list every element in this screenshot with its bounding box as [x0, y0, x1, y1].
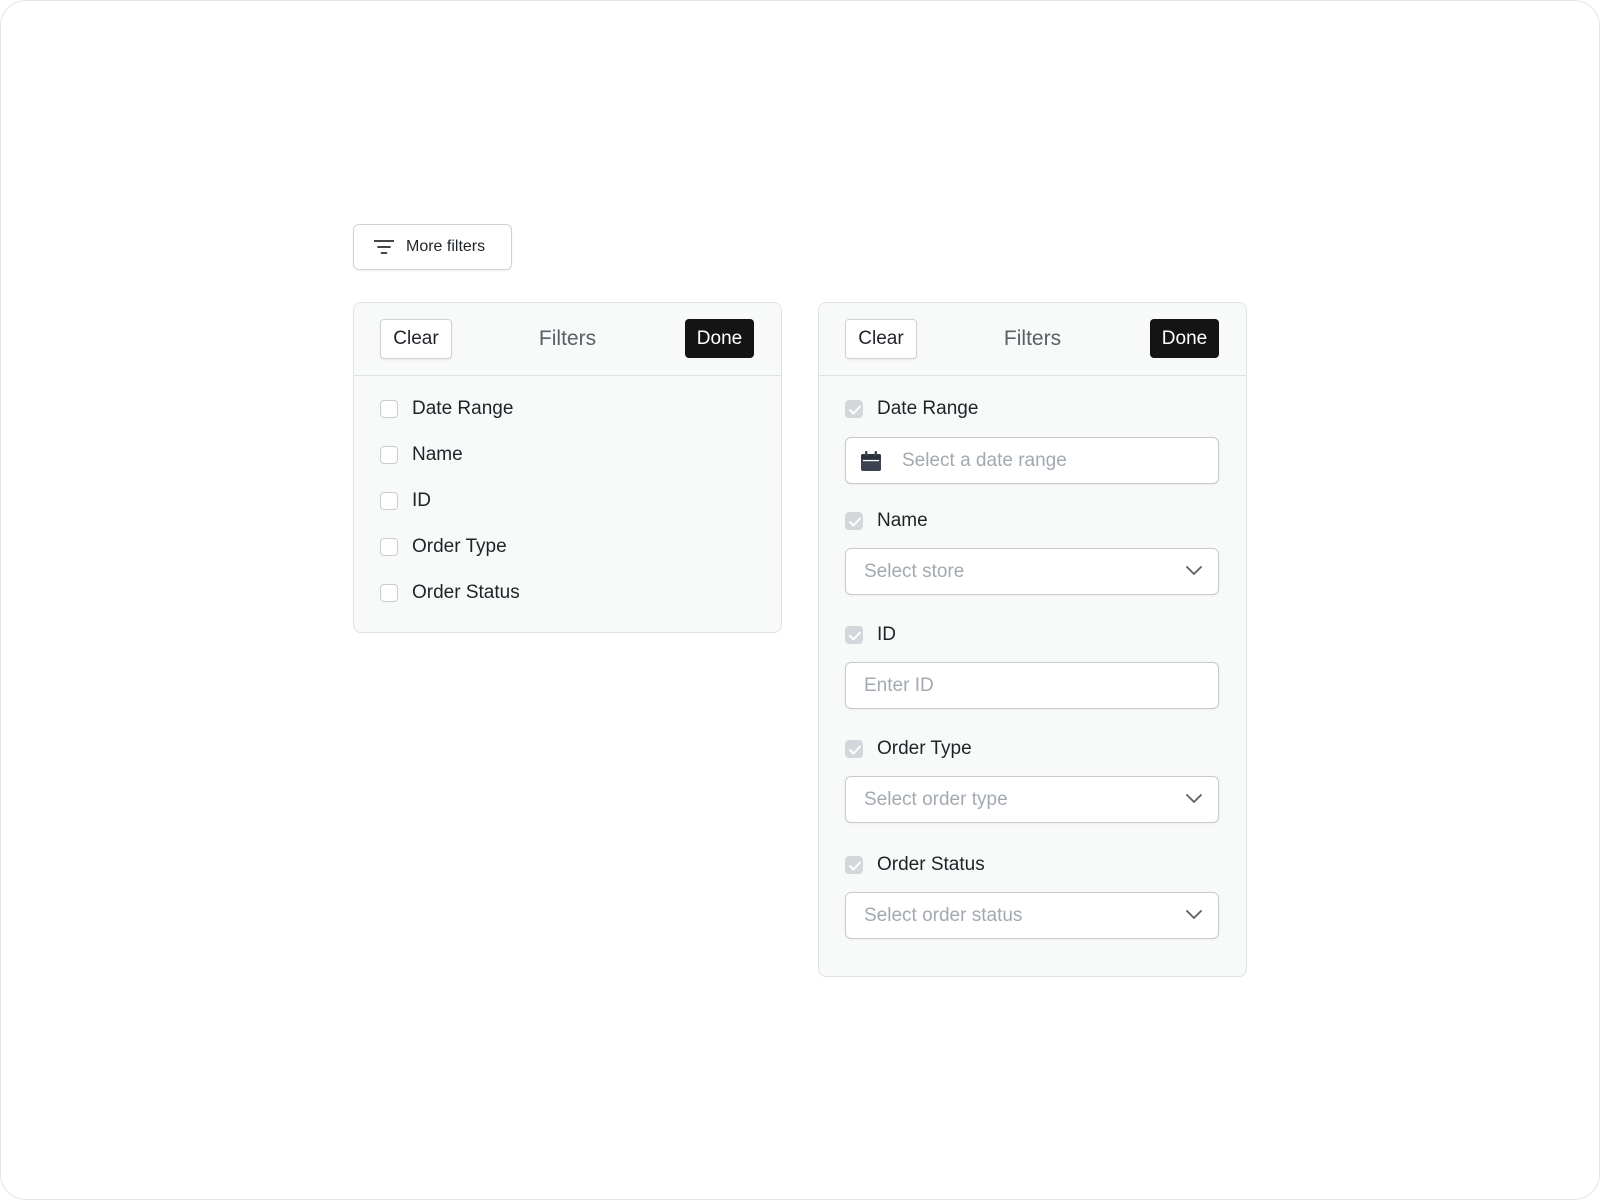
date-range-checkbox[interactable]	[845, 400, 863, 418]
name-checkbox[interactable]	[380, 446, 398, 464]
done-button[interactable]: Done	[1150, 319, 1219, 358]
canvas-frame	[0, 0, 1600, 1200]
check-icon	[849, 517, 861, 527]
name-checkbox[interactable]	[845, 512, 863, 530]
filter-label: ID	[412, 490, 431, 511]
check-icon	[849, 631, 861, 641]
id-input[interactable]: Enter ID	[845, 662, 1219, 709]
filter-label: Order Type	[412, 536, 507, 557]
id-input-placeholder: Enter ID	[864, 674, 934, 696]
filter-label: ID	[877, 624, 896, 645]
filter-row-order-type[interactable]: Order Type	[845, 737, 972, 761]
date-range-checkbox[interactable]	[380, 400, 398, 418]
filter-row-order-status[interactable]: Order Status	[845, 853, 985, 877]
more-filters-label: More filters	[406, 238, 486, 255]
id-checkbox[interactable]	[845, 626, 863, 644]
filters-panel-collapsed: Clear Filters Done Date Range Name ID Or…	[353, 302, 782, 633]
chevron-down-icon	[1186, 794, 1202, 803]
filter-row-id[interactable]: ID	[845, 623, 896, 647]
filter-row-order-type[interactable]: Order Type	[380, 535, 507, 559]
filter-row-name[interactable]: Name	[380, 443, 463, 467]
order-type-placeholder: Select order type	[864, 788, 1008, 810]
chevron-down-icon	[1186, 566, 1202, 575]
filter-label: Order Status	[877, 854, 985, 875]
filter-row-order-status[interactable]: Order Status	[380, 581, 520, 605]
filter-label: Name	[877, 510, 928, 531]
order-status-checkbox[interactable]	[380, 584, 398, 602]
done-button[interactable]: Done	[685, 319, 754, 358]
filter-label: Order Status	[412, 582, 520, 603]
filter-label: Name	[412, 444, 463, 465]
date-range-picker[interactable]: Select a date range	[845, 437, 1219, 484]
filter-row-name[interactable]: Name	[845, 509, 928, 533]
filter-label: Date Range	[877, 398, 979, 419]
order-type-checkbox[interactable]	[845, 740, 863, 758]
order-status-placeholder: Select order status	[864, 904, 1023, 926]
store-select[interactable]: Select store	[845, 548, 1219, 595]
id-checkbox[interactable]	[380, 492, 398, 510]
filter-label: Order Type	[877, 738, 972, 759]
filter-row-id[interactable]: ID	[380, 489, 431, 513]
check-icon	[849, 745, 861, 755]
chevron-down-icon	[1186, 910, 1202, 919]
date-range-placeholder: Select a date range	[902, 449, 1067, 471]
check-icon	[849, 405, 861, 415]
panel-header: Clear Filters Done	[354, 303, 781, 376]
order-status-checkbox[interactable]	[845, 856, 863, 874]
calendar-icon	[861, 450, 881, 471]
more-filters-button[interactable]: More filters	[353, 224, 512, 270]
order-type-select[interactable]: Select order type	[845, 776, 1219, 823]
order-type-checkbox[interactable]	[380, 538, 398, 556]
filter-row-date-range[interactable]: Date Range	[380, 397, 513, 421]
panel-header: Clear Filters Done	[819, 303, 1246, 376]
filter-row-date-range[interactable]: Date Range	[845, 397, 978, 421]
filter-lines-icon	[374, 240, 394, 254]
store-select-placeholder: Select store	[864, 560, 965, 582]
check-icon	[849, 861, 861, 871]
order-status-select[interactable]: Select order status	[845, 892, 1219, 939]
filter-label: Date Range	[412, 398, 514, 419]
filters-panel-expanded: Clear Filters Done Date Range Select a d…	[818, 302, 1247, 977]
